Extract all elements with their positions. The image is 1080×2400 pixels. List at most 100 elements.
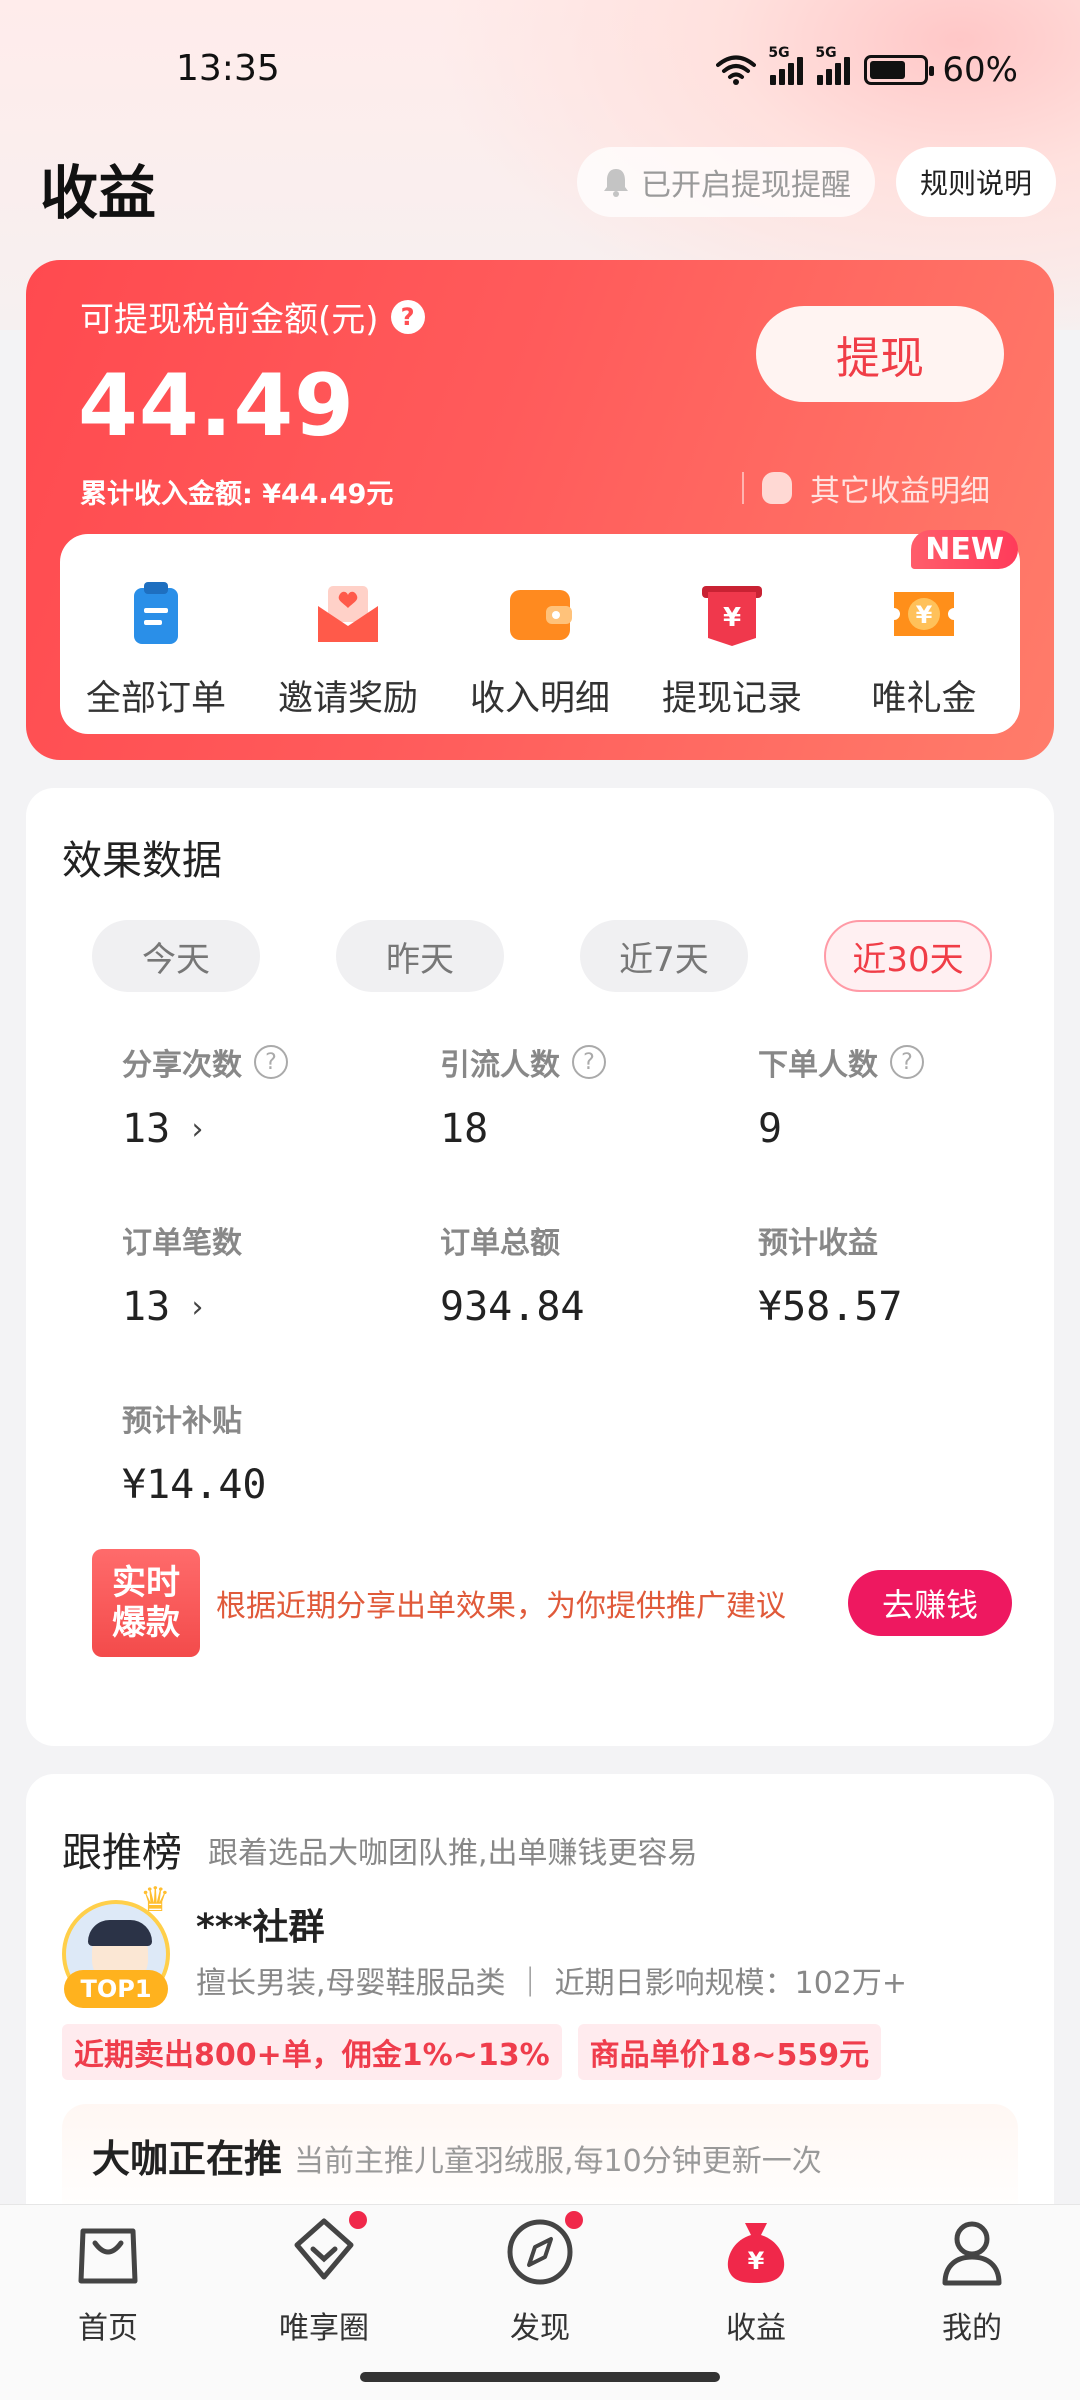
- tip-text: 根据近期分享出单效果，为你提供推广建议: [216, 1589, 786, 1624]
- stat-label: 预计收益: [758, 1226, 878, 1261]
- yuan-receipt-icon: ¥: [696, 578, 768, 650]
- nav-label: 我的: [942, 2311, 1002, 2346]
- status-bar: 13:35 5G 5G 60%: [0, 0, 1080, 140]
- signal-5g-icon-2: 5G: [815, 45, 851, 85]
- nav-discover[interactable]: 发现: [450, 2211, 630, 2347]
- nav-earnings[interactable]: ¥ 收益: [666, 2215, 846, 2347]
- signal-5g-icon: 5G: [768, 45, 804, 85]
- quick-action-label: 全部订单: [85, 679, 226, 719]
- other-income-label: 其它收益明细: [810, 474, 990, 509]
- stat-value: 934.84: [440, 1284, 585, 1330]
- withdraw-button[interactable]: 提现: [756, 306, 1004, 402]
- battery-fill: [870, 61, 906, 79]
- battery-percent: 60%: [942, 50, 1018, 90]
- cumulative-income: 累计收入金额: ¥44.49元: [80, 479, 394, 510]
- group-name[interactable]: ***社群: [196, 1898, 324, 1950]
- status-icons: 5G 5G 60%: [716, 45, 1018, 90]
- tab-7-days[interactable]: 近7天: [580, 920, 748, 992]
- svg-text:¥: ¥: [748, 2247, 765, 2275]
- stat-label: 订单总额: [440, 1226, 560, 1261]
- tab-yesterday[interactable]: 昨天: [336, 920, 504, 992]
- chip-price: 商品单价18~559元: [577, 2024, 882, 2080]
- quick-action-label: 提现记录: [661, 679, 802, 719]
- crown-icon: ♛: [140, 1880, 171, 1920]
- help-icon[interactable]: ?: [572, 1045, 606, 1079]
- chevron-right-icon: ›: [188, 1111, 207, 1147]
- nav-home[interactable]: 首页: [18, 2215, 198, 2347]
- help-icon[interactable]: ?: [390, 299, 425, 334]
- stat-value: 13: [122, 1284, 171, 1330]
- help-icon[interactable]: ?: [254, 1045, 288, 1079]
- bottom-nav: 首页 唯享圈 发现 ¥ 收益 我的: [0, 2204, 1080, 2400]
- hot-badge-line2: 爆款: [112, 1603, 180, 1643]
- stat-value: ¥14.40: [122, 1462, 267, 1508]
- stat-label: 预计补贴: [122, 1404, 242, 1439]
- stat-order-count[interactable]: 订单笔数 13 ›: [122, 1218, 422, 1330]
- nav-label: 收益: [726, 2311, 786, 2346]
- other-income-link[interactable]: 其它收益明细: [742, 466, 990, 510]
- person-icon: [935, 2215, 1009, 2289]
- stat-order-total: 订单总额 934.84: [440, 1218, 740, 1330]
- envelope-heart-icon: [312, 578, 384, 650]
- hot-badge-line1: 实时: [112, 1563, 180, 1603]
- tab-today[interactable]: 今天: [92, 920, 260, 992]
- nav-label: 首页: [78, 2311, 138, 2346]
- stat-value: ¥58.57: [758, 1284, 903, 1330]
- wallet-icon: [504, 578, 576, 650]
- divider: [742, 472, 744, 504]
- help-icon[interactable]: ?: [890, 1045, 924, 1079]
- nav-me[interactable]: 我的: [882, 2215, 1062, 2347]
- withdraw-reminder-button[interactable]: 已开启提现提醒: [577, 147, 875, 217]
- stat-value: 18: [440, 1106, 489, 1152]
- quick-action-invite[interactable]: 邀请奖励: [258, 578, 438, 721]
- notification-dot: [349, 2211, 367, 2229]
- nav-label: 发现: [510, 2311, 570, 2346]
- quick-action-label: 唯礼金: [871, 679, 977, 719]
- quick-action-label: 收入明细: [469, 679, 610, 719]
- date-range-tabs: 今天 昨天 近7天 近30天: [92, 920, 992, 992]
- chip-sales: 近期卖出800+单，佣金1%~13%: [62, 2024, 562, 2080]
- quick-action-withdraw-records[interactable]: ¥ 提现记录: [642, 578, 822, 721]
- group-description: 擅长男装,母婴鞋服品类 ｜ 近期日影响规模：102万+: [196, 1966, 908, 2001]
- avatar-hair: [88, 1920, 152, 1946]
- stat-buyer-count: 下单人数? 9: [758, 1040, 1058, 1152]
- notification-dot: [565, 2211, 583, 2229]
- status-time: 13:35: [176, 48, 280, 89]
- chevron-right-icon: ›: [188, 1289, 207, 1325]
- rank-badge: TOP1: [64, 1970, 168, 2008]
- quick-actions: 全部订单 邀请奖励 收入明细 ¥ 提现记录 ¥ 唯礼金 NEW: [60, 530, 1020, 734]
- stat-label: 下单人数: [758, 1048, 878, 1083]
- new-badge: NEW: [911, 530, 1018, 569]
- stat-value: 9: [758, 1106, 783, 1152]
- home-indicator[interactable]: [360, 2372, 720, 2382]
- quick-action-all-orders[interactable]: 全部订单: [66, 578, 246, 721]
- go-earn-button[interactable]: 去赚钱: [848, 1570, 1012, 1636]
- svg-text:¥: ¥: [916, 601, 933, 629]
- now-pushing-title: 大咖正在推: [92, 2137, 283, 2181]
- tab-30-days[interactable]: 近30天: [824, 920, 992, 992]
- compass-icon: [503, 2211, 583, 2289]
- quick-action-gift-money[interactable]: ¥ 唯礼金: [834, 578, 1014, 721]
- stat-estimated-income: 预计收益 ¥58.57: [758, 1218, 1058, 1330]
- performance-panel: 效果数据 今天 昨天 近7天 近30天 分享次数? 13 › 引流人数? 18 下…: [26, 788, 1054, 1746]
- money-bag-icon: [762, 472, 792, 504]
- yuan-coupon-icon: ¥: [888, 578, 960, 650]
- battery-icon: [864, 55, 935, 85]
- reminder-label: 已开启提现提醒: [641, 168, 851, 203]
- hot-badge: 实时 爆款: [92, 1549, 200, 1657]
- stat-label: 订单笔数: [122, 1226, 242, 1261]
- now-pushing-subtitle: 当前主推儿童羽绒服,每10分钟更新一次: [294, 2144, 822, 2179]
- stat-label: 分享次数: [122, 1048, 242, 1083]
- ranking-title: 跟推榜: [62, 1830, 182, 1876]
- svg-text:¥: ¥: [723, 603, 741, 633]
- nav-circle[interactable]: 唯享圈: [234, 2211, 414, 2347]
- ranking-subtitle: 跟着选品大咖团队推,出单赚钱更容易: [208, 1836, 698, 1871]
- group-chips: 近期卖出800+单，佣金1%~13% 商品单价18~559元: [62, 2024, 882, 2080]
- stat-traffic-count: 引流人数? 18: [440, 1040, 740, 1152]
- stat-value: 13: [122, 1106, 171, 1152]
- quick-action-label: 邀请奖励: [277, 679, 418, 719]
- quick-action-income-details[interactable]: 收入明细: [450, 578, 630, 721]
- stat-share-count[interactable]: 分享次数? 13 ›: [122, 1040, 422, 1152]
- performance-title: 效果数据: [62, 838, 222, 884]
- rules-button[interactable]: 规则说明: [896, 147, 1056, 217]
